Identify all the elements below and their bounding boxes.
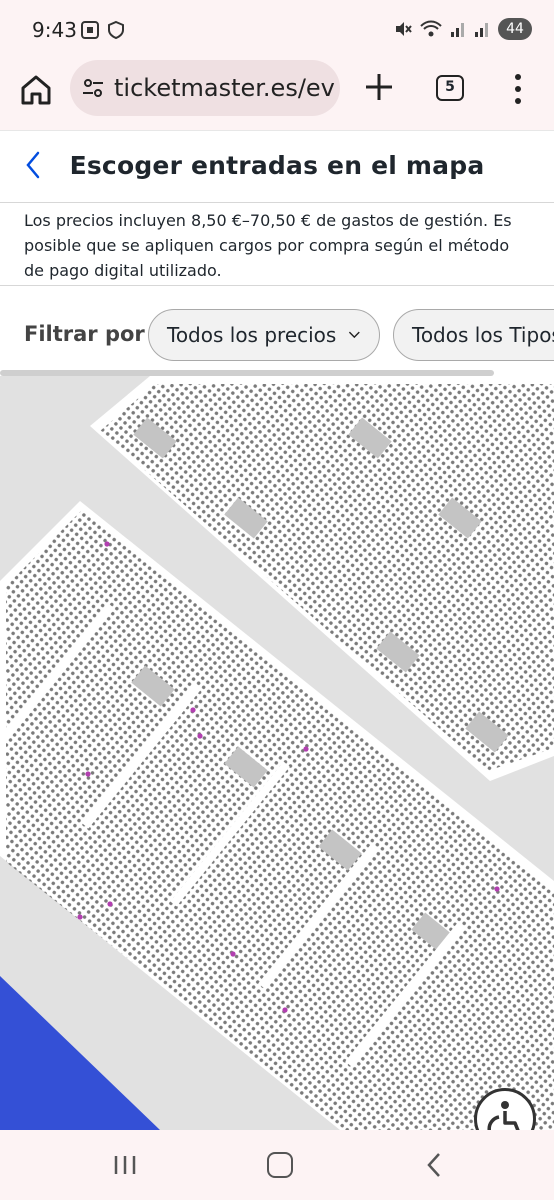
available-seat[interactable] xyxy=(494,886,500,892)
available-seat[interactable] xyxy=(230,951,236,957)
available-seat[interactable] xyxy=(107,901,113,907)
screenshot-icon xyxy=(81,21,99,39)
signal-icon xyxy=(451,23,464,37)
browser-toolbar: ticketmaster.es/ev 5 xyxy=(0,60,554,130)
home-icon[interactable] xyxy=(18,72,54,108)
signal-icon xyxy=(475,23,488,37)
home-nav-button[interactable] xyxy=(267,1152,293,1178)
chevron-down-icon xyxy=(349,331,361,339)
filter-label: Filtrar por xyxy=(24,322,145,346)
available-seat[interactable] xyxy=(190,707,196,713)
available-seat[interactable] xyxy=(197,733,203,739)
available-seat[interactable] xyxy=(85,771,91,777)
wheelchair-icon xyxy=(487,1101,520,1130)
page-title: Escoger entradas en el mapa xyxy=(69,151,485,180)
available-seat[interactable] xyxy=(77,914,83,920)
back-nav-icon[interactable] xyxy=(424,1150,444,1180)
filter-bar: Filtrar por Todos los precios Todos los … xyxy=(0,286,554,378)
stage-area[interactable] xyxy=(0,976,160,1130)
status-time: 9:43 xyxy=(32,18,77,42)
page-header: Escoger entradas en el mapa xyxy=(0,130,554,202)
price-filter-label: Todos los precios xyxy=(167,323,337,347)
type-filter-label: Todos los Tipos xyxy=(412,323,554,347)
seat-map[interactable] xyxy=(0,376,554,1130)
mute-icon xyxy=(396,22,412,36)
fees-notice: Los precios incluyen 8,50 €–70,50 € de g… xyxy=(0,202,554,286)
recent-apps-icon[interactable] xyxy=(112,1154,138,1176)
more-options-icon[interactable] xyxy=(508,72,528,106)
available-seat[interactable] xyxy=(282,1007,288,1013)
address-bar[interactable]: ticketmaster.es/ev xyxy=(70,60,340,116)
status-bar: 9:43 44 xyxy=(0,0,554,60)
new-tab-icon[interactable] xyxy=(362,70,396,104)
shield-icon xyxy=(108,20,124,40)
wifi-icon xyxy=(420,20,442,37)
seat-map-canvas[interactable] xyxy=(0,376,554,1130)
available-seat[interactable] xyxy=(104,541,110,547)
accessibility-filter-button[interactable] xyxy=(474,1088,536,1130)
site-settings-icon[interactable] xyxy=(82,77,104,99)
type-filter-chip[interactable]: Todos los Tipos xyxy=(393,309,554,361)
tab-switcher-button[interactable]: 5 xyxy=(436,75,464,101)
url-text[interactable]: ticketmaster.es/ev xyxy=(114,74,335,102)
price-filter-chip[interactable]: Todos los precios xyxy=(148,309,380,361)
available-seat[interactable] xyxy=(303,746,309,752)
battery-indicator: 44 xyxy=(498,18,532,40)
system-nav-bar xyxy=(0,1130,554,1200)
